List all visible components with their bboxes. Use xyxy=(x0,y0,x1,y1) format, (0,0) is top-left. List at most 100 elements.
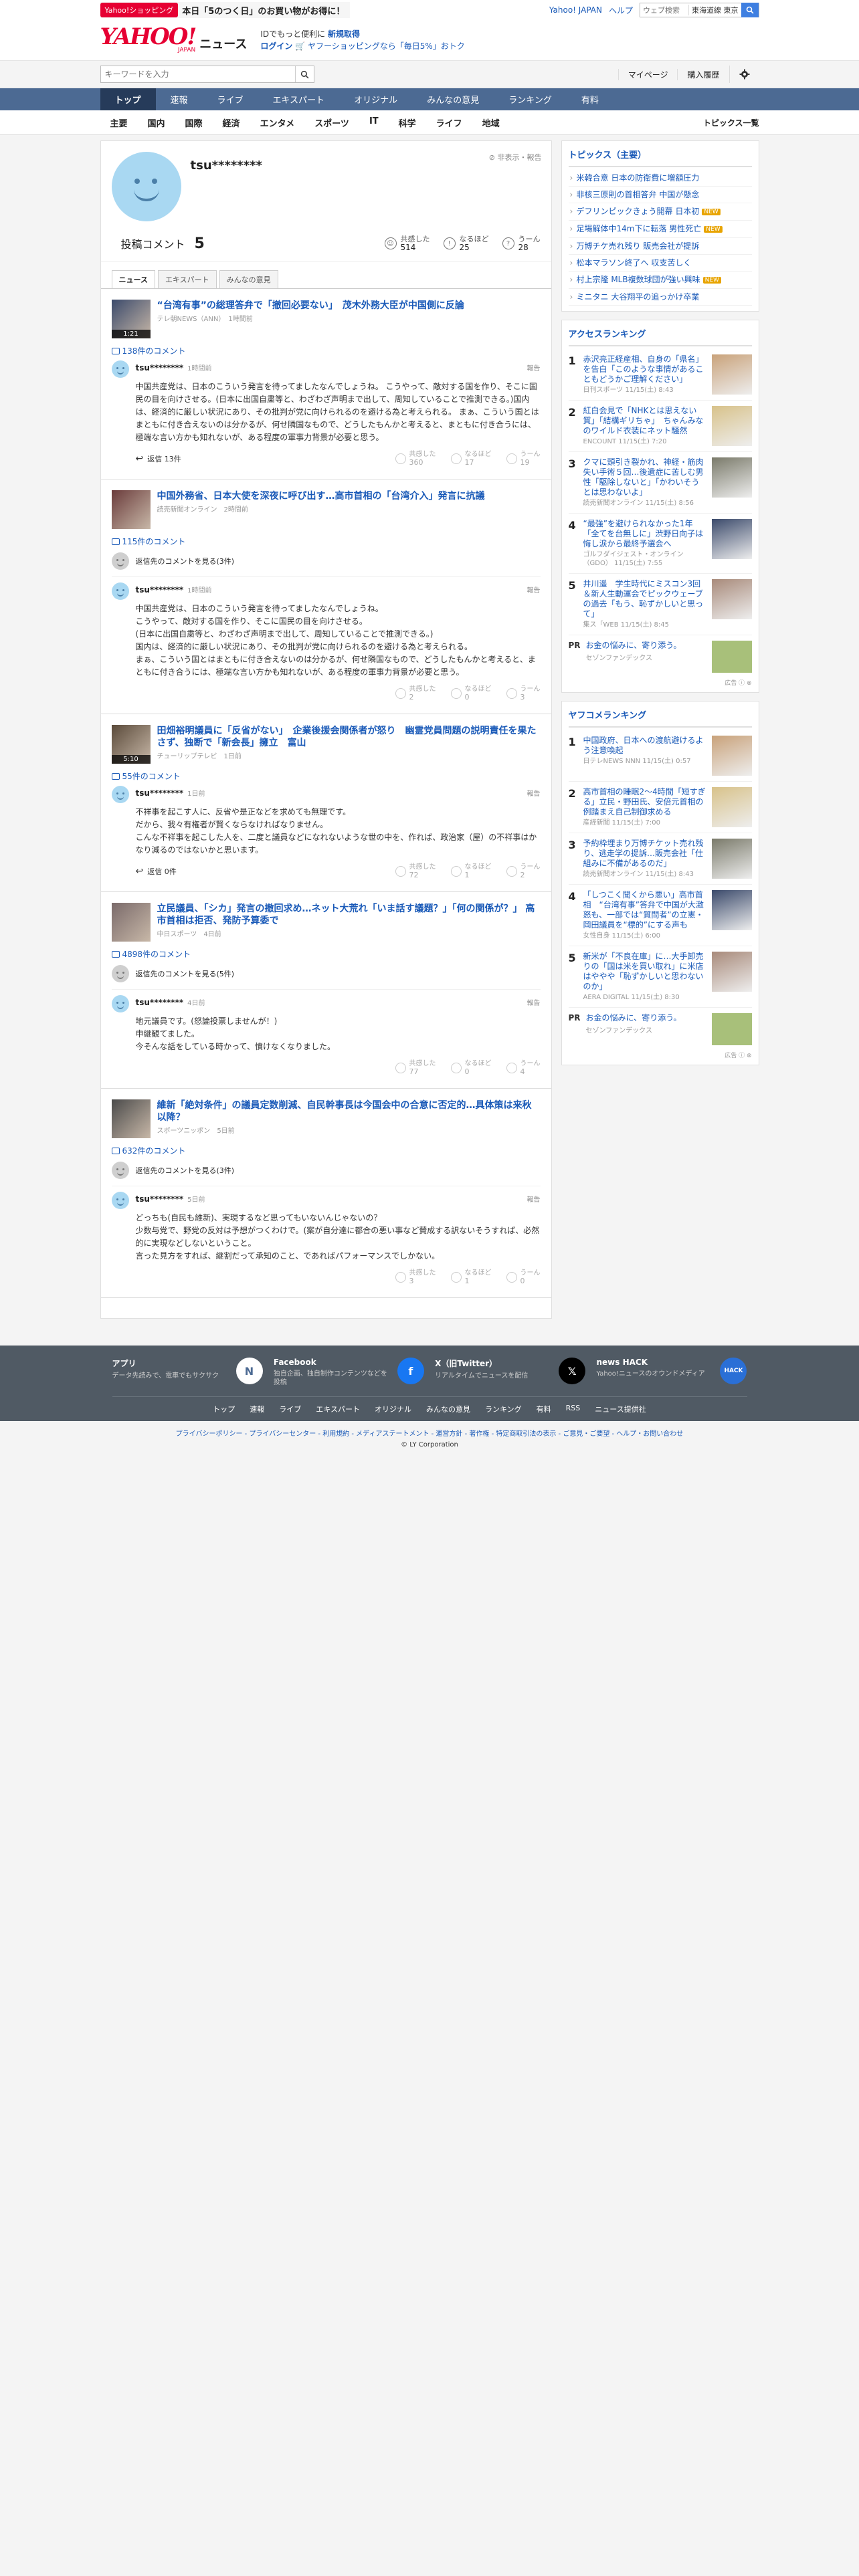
article-thumbnail[interactable]: 1:21 xyxy=(111,300,151,338)
hmm-button[interactable]: うーん 0 xyxy=(506,1269,541,1285)
article-title[interactable]: 立民議員、「シカ」発言の撤回求め…ネット大荒れ「いま話す議題？」「何の関係が？」… xyxy=(157,903,541,927)
comment-username[interactable]: tsu******** xyxy=(136,788,184,798)
topic-item[interactable]: デフリンピックきょう開幕 日本初NEW xyxy=(568,203,752,221)
web-search-input[interactable] xyxy=(640,3,688,17)
hmm-button[interactable]: うーん 4 xyxy=(506,1060,541,1076)
access-ranking-item[interactable]: 2 紅白会見で「NHKとは思えない質」「結構ギリちゃ」 ちゃんみなのワイルド衣装に… xyxy=(568,401,752,452)
footer-nav-item[interactable]: ランキング xyxy=(485,1404,522,1414)
reply-button[interactable]: ↩ 返信 13件 xyxy=(136,453,181,464)
promo-banner[interactable]: Yahoo!ショッピング 本日「5のつく日」のお買い物がお得に！ xyxy=(100,2,351,18)
login-link[interactable]: ログイン xyxy=(260,41,292,51)
comment-ranking-item[interactable]: 2 高市首相の睡眠2〜4時間「短すぎる」立民・野田氏、安倍元首相の例踏まえ自己制御… xyxy=(568,782,752,833)
nav-live[interactable]: ライブ xyxy=(203,88,258,110)
footer-facebook[interactable]: Facebook 独自企画、独自制作コンテンツなどを投稿 f xyxy=(274,1358,424,1387)
report-link[interactable]: 報告 xyxy=(527,362,541,372)
comment-count-link[interactable]: 55件のコメント xyxy=(111,770,541,782)
parent-comment-link[interactable]: 返信先のコメントを見る(3件) xyxy=(111,1162,541,1186)
article-title[interactable]: “台湾有事”の総理答弁で「撤回必要ない」 茂木外務大臣が中国側に反論 xyxy=(157,300,464,312)
register-link[interactable]: 新規取得 xyxy=(328,29,360,39)
category-main[interactable]: 主要 xyxy=(100,116,138,129)
topic-item[interactable]: 非核三原則の首相答弁 中国が懸念 xyxy=(568,187,752,203)
topic-item[interactable]: 村上宗隆 MLB複数球団が強い興味NEW xyxy=(568,272,752,289)
topic-item[interactable]: 松本マラソン終了へ 収支苦しく xyxy=(568,255,752,272)
keyword-input[interactable] xyxy=(100,66,295,82)
comment-username[interactable]: tsu******** xyxy=(136,363,184,372)
article-title[interactable]: 維新「絶対条件」の議員定数削減、自民幹事長は今国会中の合意に否定的…具体策は来秋… xyxy=(157,1099,541,1123)
comment-ranking-item[interactable]: 4 「しつこく聞くから悪い」高市首相 “台湾有事”答弁で中国が大激怒も、一部では“… xyxy=(568,885,752,946)
footer-nav-item[interactable]: RSS xyxy=(566,1404,581,1414)
empathy-button[interactable]: 共感した 3 xyxy=(395,1269,436,1285)
footer-x[interactable]: X（旧Twitter） リアルタイムでニュースを配信 𝕏 xyxy=(435,1358,586,1387)
access-ranking-item[interactable]: 5 井川遥 学生時代にミスコン3回＆新人生動運会でピックウェーブの過去「もう、恥ず… xyxy=(568,574,752,635)
category-life[interactable]: ライフ xyxy=(426,116,472,129)
nav-paid[interactable]: 有料 xyxy=(567,88,613,110)
report-link[interactable]: 報告 xyxy=(527,584,541,595)
nav-expert[interactable]: エキスパート xyxy=(258,88,340,110)
purchase-history-link[interactable]: 購入履歴 xyxy=(677,68,729,80)
nav-top[interactable]: トップ xyxy=(100,88,156,110)
footer-nav-item[interactable]: みんなの意見 xyxy=(426,1404,470,1414)
yahoo-japan-link[interactable]: Yahoo! JAPAN xyxy=(549,5,602,15)
tab-news[interactable]: ニュース xyxy=(111,270,155,288)
insight-button[interactable]: なるほど 1 xyxy=(450,1269,492,1285)
help-link[interactable]: ヘルプ xyxy=(609,5,633,16)
settings-button[interactable] xyxy=(729,66,759,83)
hmm-button[interactable]: うーん 3 xyxy=(506,685,541,702)
topic-item[interactable]: 米韓合意 日本の防衛費に増額圧力 xyxy=(568,170,752,187)
legal-text[interactable]: プライバシーポリシー - プライバシーセンター - 利用規約 - メディアステー… xyxy=(100,1429,759,1440)
footer-newshack[interactable]: news HACK Yahoo!ニュースのオウンドメディア HACK xyxy=(596,1358,747,1387)
comment-count-link[interactable]: 4898件のコメント xyxy=(111,948,541,960)
footer-nav-item[interactable]: トップ xyxy=(213,1404,235,1414)
category-world[interactable]: 国際 xyxy=(175,116,213,129)
comment-count-link[interactable]: 138件のコメント xyxy=(111,345,541,356)
region-select[interactable]: 東海道線 東京 xyxy=(688,5,741,15)
comment-ranking-item[interactable]: 1 中国政府、日本への渡航避けるよう注意喚起 日テレNEWS NNN 11/15(土… xyxy=(568,730,752,782)
footer-nav-item[interactable]: オリジナル xyxy=(375,1404,411,1414)
article-title[interactable]: 中国外務省、日本大使を深夜に呼び出す…高市首相の「台湾介入」発言に抗議 xyxy=(157,490,485,502)
article-thumbnail[interactable] xyxy=(111,1099,151,1138)
article-thumbnail[interactable]: 5:10 xyxy=(111,725,151,764)
article-thumbnail[interactable] xyxy=(111,903,151,942)
access-ranking-title[interactable]: アクセスランキング xyxy=(568,327,752,346)
comment-username[interactable]: tsu******** xyxy=(136,1194,184,1204)
article-title[interactable]: 田畑裕明議員に「反省がない」 企業後援会関係者が怒り 幽霊党員問題の説明責任を果… xyxy=(157,725,541,749)
footer-nav-item[interactable]: ニュース提供社 xyxy=(595,1404,646,1414)
report-link[interactable]: 報告 xyxy=(527,1194,541,1204)
footer-nav-item[interactable]: ライブ xyxy=(279,1404,301,1414)
access-ranking-item[interactable]: 1 赤沢亮正経産相、自身の「県名」を告白「このような事情があることもどうかご理解く… xyxy=(568,349,752,401)
category-local[interactable]: 地域 xyxy=(472,116,510,129)
parent-comment-link[interactable]: 返信先のコメントを見る(5件) xyxy=(111,965,541,990)
nav-original[interactable]: オリジナル xyxy=(339,88,412,110)
empathy-button[interactable]: 共感した 72 xyxy=(395,863,436,879)
pr-ad[interactable]: PR お金の悩みに、寄り添う。 セゾンファンデックス xyxy=(569,1008,752,1051)
insight-button[interactable]: なるほど 17 xyxy=(450,451,492,467)
footer-app[interactable]: アプリ データ先読みで、電車でもサクサク N xyxy=(112,1358,263,1387)
category-it[interactable]: IT xyxy=(359,116,389,129)
topic-item[interactable]: 万博チケ売れ残り 販売会社が提訴 xyxy=(568,238,752,255)
insight-button[interactable]: なるほど 1 xyxy=(450,863,492,879)
footer-nav-item[interactable]: 有料 xyxy=(537,1404,551,1414)
parent-comment-link[interactable]: 返信先のコメントを見る(3件) xyxy=(111,552,541,577)
nav-ranking[interactable]: ランキング xyxy=(494,88,567,110)
comment-ranking-item[interactable]: 5 新米が「不良在庫」に…大手卸売りの「国は米を買い取れ」に米店はややや「恥ずかし… xyxy=(568,946,752,1008)
insight-button[interactable]: なるほど 0 xyxy=(450,685,492,702)
comment-ranking-item[interactable]: 3 予約枠埋まり万博チケット売れ残り、逃走学の提訴…販売会社「仕組みに不備があるの… xyxy=(568,833,752,885)
topics-title[interactable]: トピックス（主要） xyxy=(568,148,752,167)
empathy-button[interactable]: 共感した 2 xyxy=(395,685,436,702)
yahoo-news-logo[interactable]: YAHOO! JAPAN ニュース xyxy=(100,25,248,55)
footer-nav-item[interactable]: 速報 xyxy=(250,1404,264,1414)
nav-breaking[interactable]: 速報 xyxy=(156,88,203,110)
category-entertainment[interactable]: エンタメ xyxy=(250,116,305,129)
category-economy[interactable]: 経済 xyxy=(213,116,250,129)
reply-button[interactable]: ↩ 返信 0件 xyxy=(136,866,177,877)
comment-ranking-title[interactable]: ヤフコメランキング xyxy=(568,708,752,728)
comment-username[interactable]: tsu******** xyxy=(136,585,184,595)
topics-list-link[interactable]: トピックス一覧 xyxy=(703,117,759,128)
topic-item[interactable]: 足場解体中14m下に転落 男性死亡NEW xyxy=(568,221,752,238)
keyword-search-button[interactable] xyxy=(294,66,314,82)
report-link[interactable]: 報告 xyxy=(527,997,541,1007)
insight-button[interactable]: なるほど 0 xyxy=(450,1060,492,1076)
mypage-link[interactable]: マイページ xyxy=(617,68,678,80)
category-sports[interactable]: スポーツ xyxy=(304,116,359,129)
category-domestic[interactable]: 国内 xyxy=(138,116,175,129)
